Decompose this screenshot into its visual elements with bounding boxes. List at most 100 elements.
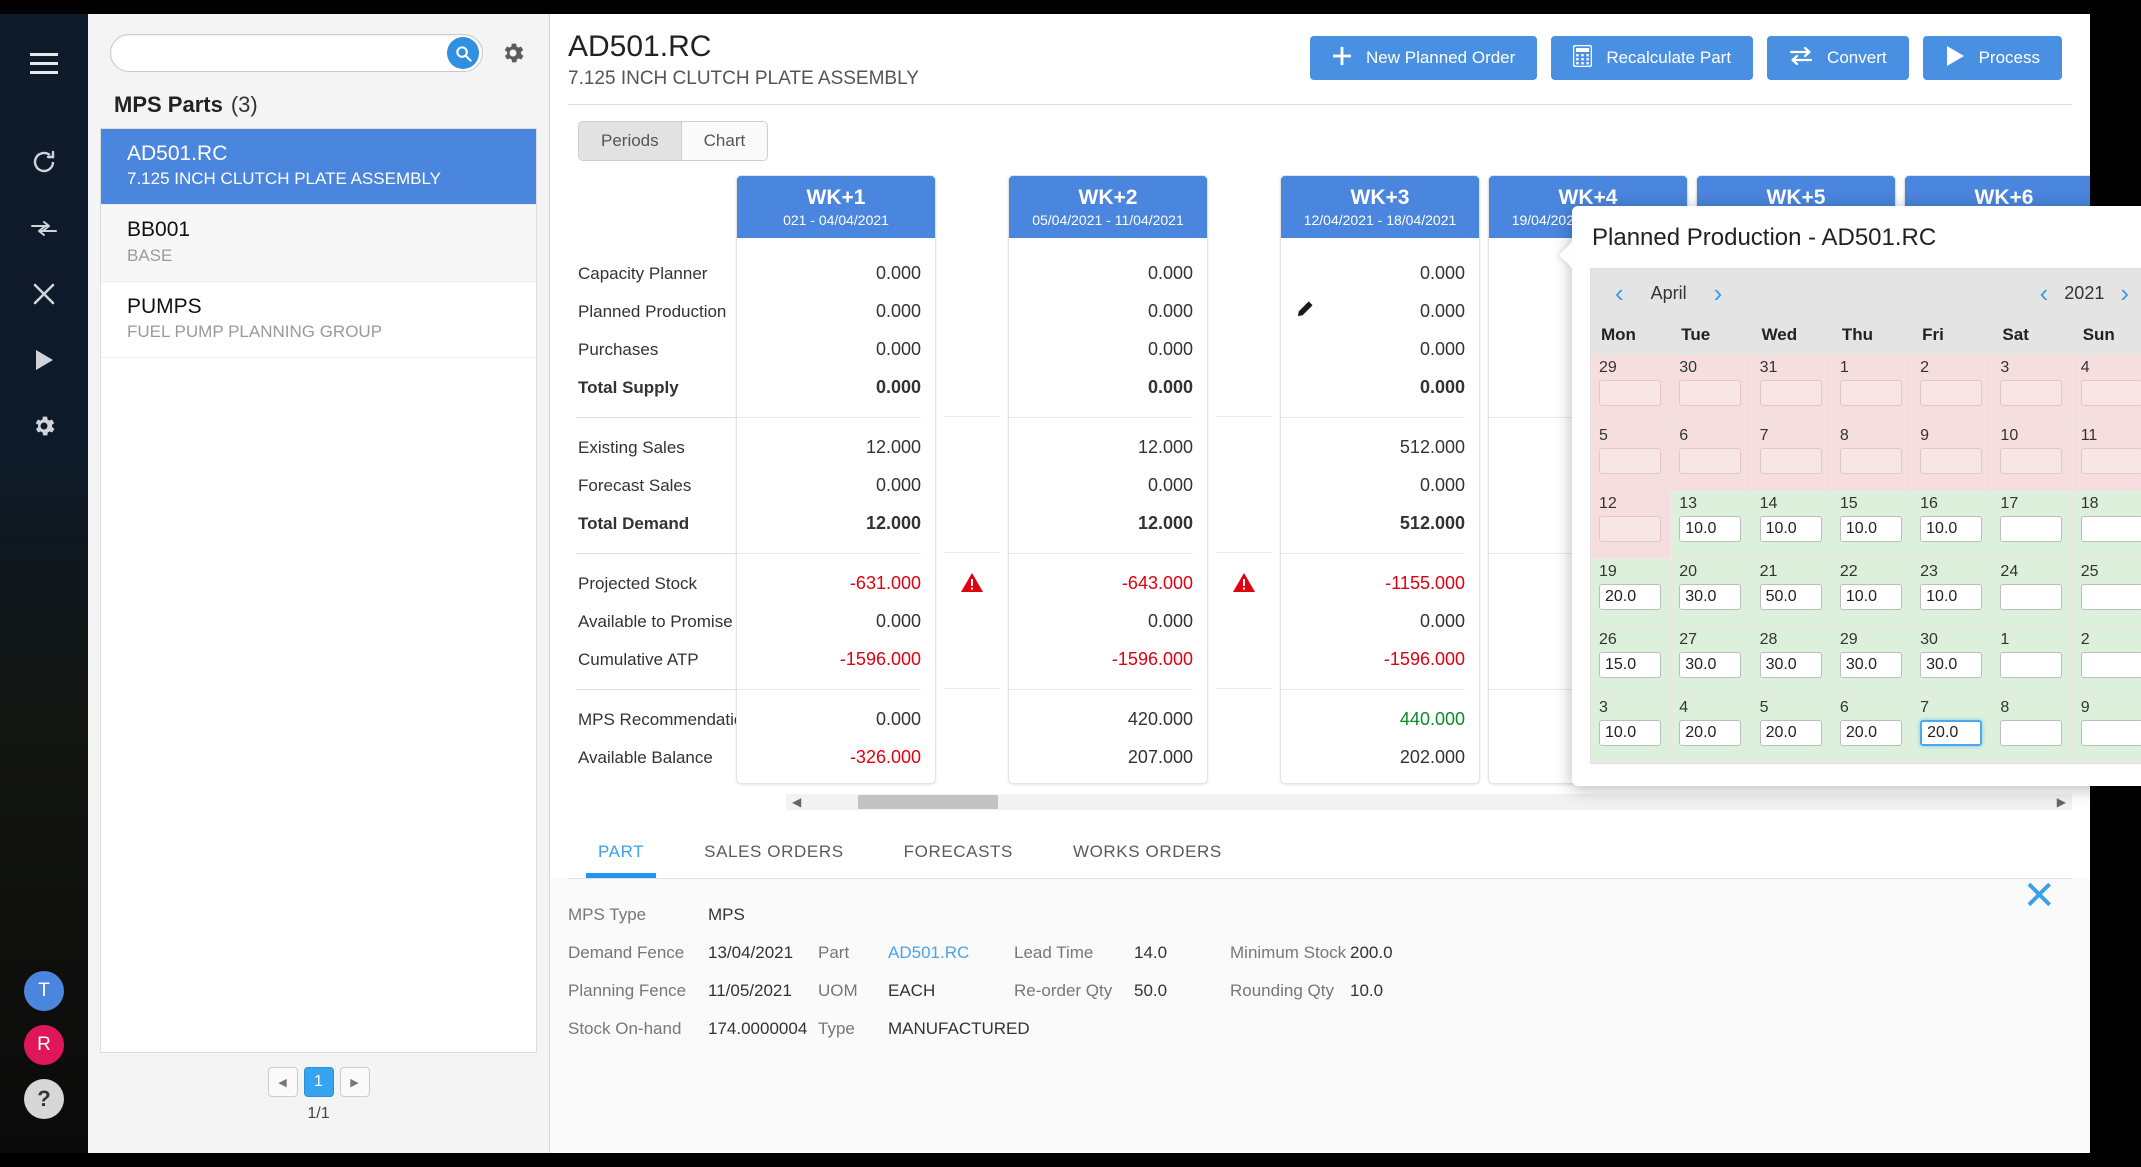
next-year-chevron-icon[interactable]: › [2110,280,2139,306]
recalculate-part-button[interactable]: Recalculate Part [1551,36,1754,80]
calendar-day-cell[interactable]: 9 [1912,423,1993,491]
edit-pencil-icon[interactable] [1295,300,1314,324]
calendar-day-quantity-input[interactable] [2000,720,2063,746]
help-icon[interactable]: ? [24,1079,64,1119]
calendar-day-quantity-input[interactable] [1920,720,1983,746]
close-icon[interactable] [16,266,72,322]
horizontal-scrollbar[interactable]: ◀ ▶ [786,793,2072,810]
calendar-day-cell[interactable]: 2 [2072,627,2141,695]
tab-works-orders[interactable]: WORKS ORDERS [1043,832,1252,878]
play-icon[interactable] [16,332,72,388]
calendar-day-cell[interactable]: 1 [1831,355,1913,423]
calendar-day-cell[interactable]: 17 [1992,491,2073,559]
calendar-day-quantity-input[interactable] [1920,516,1983,542]
settings-gear-icon[interactable] [495,35,531,71]
avatar-t[interactable]: T [24,971,64,1011]
calendar-day-cell[interactable]: 29 [1591,355,1672,423]
calendar-day-quantity-input[interactable] [2080,584,2141,610]
calendar-day-cell[interactable]: 6 [1671,423,1752,491]
calendar-day-quantity-input[interactable] [2080,720,2141,746]
calendar-day-cell[interactable]: 30 [1912,627,1993,695]
search-icon[interactable] [447,37,479,69]
calendar-day-cell[interactable]: 4 [2072,355,2141,423]
new-planned-order-button[interactable]: New Planned Order [1310,36,1538,80]
settings-gear-icon[interactable] [16,398,72,454]
calendar-day-quantity-input[interactable] [1839,720,1902,746]
calendar-day-cell[interactable]: 29 [1831,627,1913,695]
calendar-day-quantity-input[interactable] [2080,516,2141,542]
calendar-day-cell[interactable]: 20 [1671,559,1752,627]
calendar-day-quantity-input[interactable] [1839,516,1902,542]
calendar-day-cell[interactable]: 11 [2072,423,2141,491]
calendar-day-cell[interactable]: 12 [1591,491,1672,559]
hamburger-menu-icon[interactable] [16,36,72,92]
scroll-right-arrow[interactable]: ▶ [2051,795,2072,809]
calendar-day-cell[interactable]: 8 [1992,695,2073,763]
list-item[interactable]: BB001 BASE [101,205,536,282]
search-input[interactable] [111,44,447,62]
prev-month-chevron-icon[interactable]: ‹ [1605,280,1634,306]
calendar-day-quantity-input[interactable] [1679,516,1742,542]
calendar-day-cell[interactable]: 23 [1912,559,1993,627]
calendar-day-cell[interactable]: 19 [1591,559,1672,627]
prev-year-chevron-icon[interactable]: ‹ [2030,280,2059,306]
calendar-day-cell[interactable]: 7 [1912,695,1993,763]
calendar-day-quantity-input[interactable] [1679,720,1742,746]
pagination-next-button[interactable]: ▶ [339,1067,370,1097]
calendar-day-cell[interactable]: 25 [2072,559,2141,627]
calendar-day-cell[interactable]: 2 [1912,355,1993,423]
scrollbar-thumb[interactable] [858,794,998,809]
calendar-day-cell[interactable]: 8 [1831,423,1913,491]
calendar-day-cell[interactable]: 7 [1751,423,1832,491]
calendar-day-cell[interactable]: 30 [1671,355,1752,423]
calendar-day-quantity-input[interactable] [2000,516,2063,542]
calendar-day-cell[interactable]: 15 [1831,491,1913,559]
transfer-icon[interactable] [16,200,72,256]
calendar-day-cell[interactable]: 6 [1831,695,1913,763]
calendar-day-cell[interactable]: 5 [1591,423,1672,491]
list-item[interactable]: PUMPS FUEL PUMP PLANNING GROUP [101,282,536,358]
calendar-day-cell[interactable]: 22 [1831,559,1913,627]
detail-value-part-link[interactable]: AD501.RC [888,943,969,963]
tab-forecasts[interactable]: FORECASTS [874,832,1043,878]
calendar-day-cell[interactable]: 18 [2072,491,2141,559]
calendar-day-quantity-input[interactable] [1759,584,1822,610]
calendar-day-quantity-input[interactable] [1679,652,1742,678]
calendar-day-cell[interactable]: 14 [1751,491,1832,559]
next-month-chevron-icon[interactable]: › [1704,280,1733,306]
calendar-day-quantity-input[interactable] [1759,720,1822,746]
calendar-day-cell[interactable]: 3 [1591,695,1672,763]
calendar-day-quantity-input[interactable] [1759,652,1822,678]
pagination-page-1-button[interactable]: 1 [303,1067,334,1097]
process-button[interactable]: Process [1922,36,2062,80]
calendar-day-quantity-input[interactable] [1599,584,1661,610]
scroll-left-arrow[interactable]: ◀ [786,795,807,809]
tab-sales-orders[interactable]: SALES ORDERS [674,832,873,878]
calendar-day-cell[interactable]: 13 [1671,491,1752,559]
calendar-day-cell[interactable]: 5 [1751,695,1832,763]
calendar-day-quantity-input[interactable] [2000,652,2063,678]
calendar-day-quantity-input[interactable] [1759,516,1822,542]
convert-button[interactable]: Convert [1767,36,1909,80]
calendar-day-cell[interactable]: 10 [1992,423,2073,491]
calendar-day-quantity-input[interactable] [1839,584,1902,610]
calendar-day-quantity-input[interactable] [1599,652,1661,678]
calendar-day-cell[interactable]: 9 [2072,695,2141,763]
calendar-day-cell[interactable]: 16 [1912,491,1993,559]
avatar-r[interactable]: R [24,1025,64,1065]
calendar-day-quantity-input[interactable] [1679,584,1742,610]
list-item[interactable]: AD501.RC 7.125 INCH CLUTCH PLATE ASSEMBL… [101,129,536,206]
calendar-day-quantity-input[interactable] [1920,584,1983,610]
calendar-day-quantity-input[interactable] [1839,652,1902,678]
calendar-day-quantity-input[interactable] [1920,652,1983,678]
calendar-day-quantity-input[interactable] [1599,720,1661,746]
calendar-day-quantity-input[interactable] [2000,584,2063,610]
calendar-day-cell[interactable]: 3 [1992,355,2073,423]
calendar-day-cell[interactable]: 26 [1591,627,1672,695]
calendar-day-cell[interactable]: 4 [1671,695,1752,763]
search-box[interactable] [110,34,483,72]
calendar-day-cell[interactable]: 27 [1671,627,1752,695]
calendar-day-cell[interactable]: 1 [1992,627,2073,695]
tab-chart[interactable]: Chart [681,121,768,160]
calendar-day-cell[interactable]: 31 [1751,355,1832,423]
